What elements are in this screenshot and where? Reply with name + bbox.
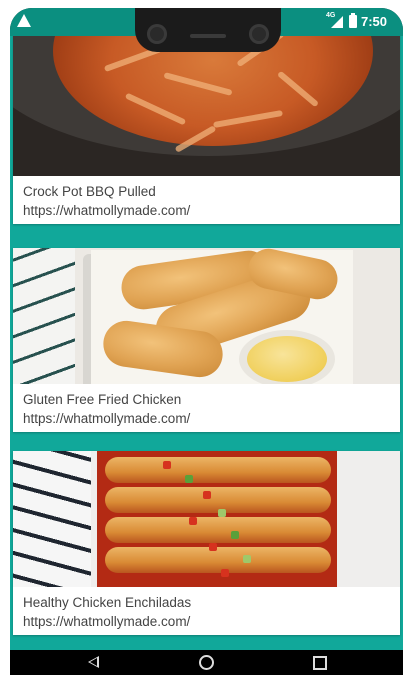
status-time: 7:50 <box>361 14 388 29</box>
tomato-topping <box>163 461 171 469</box>
recipe-list[interactable]: Crock Pot BBQ Pulled https://whatmollyma… <box>10 36 403 650</box>
back-icon[interactable] <box>88 656 99 668</box>
recipe-url[interactable]: https://whatmollymade.com/ <box>23 409 390 428</box>
avocado-topping <box>218 509 226 517</box>
recipe-title: Healthy Chicken Enchiladas <box>23 595 192 610</box>
honey-mustard-sauce <box>247 336 327 382</box>
striped-towel <box>13 248 75 384</box>
tomato-topping <box>209 543 217 551</box>
recipe-image-fried-chicken <box>13 248 400 384</box>
recipe-title: Gluten Free Fried Chicken <box>23 392 182 407</box>
enchilada-roll <box>105 517 331 543</box>
tomato-topping <box>221 569 229 577</box>
recipe-url[interactable]: https://whatmollymade.com/ <box>23 201 390 220</box>
recipe-card[interactable]: Healthy Chicken Enchiladas https://whatm… <box>13 451 400 635</box>
battery-icon <box>349 13 357 28</box>
front-camera-icon <box>147 24 167 44</box>
front-sensor-icon <box>249 24 269 44</box>
camera-notch <box>135 8 281 52</box>
recents-icon[interactable] <box>313 656 327 670</box>
recipe-card-text: Gluten Free Fried Chicken https://whatmo… <box>13 384 400 432</box>
navigation-bar <box>10 650 403 675</box>
avocado-topping <box>243 555 251 563</box>
recipe-card-text: Crock Pot BBQ Pulled https://whatmollyma… <box>13 176 400 224</box>
striped-towel <box>13 451 91 587</box>
recipe-title: Crock Pot BBQ Pulled <box>23 184 156 199</box>
enchilada-roll <box>105 547 331 573</box>
recipe-card[interactable]: Gluten Free Fried Chicken https://whatmo… <box>13 248 400 432</box>
recipe-card-text: Healthy Chicken Enchiladas https://whatm… <box>13 587 400 635</box>
recipe-url[interactable]: https://whatmollymade.com/ <box>23 612 390 631</box>
enchilada-roll <box>105 457 331 483</box>
signal-icon <box>331 16 343 28</box>
cilantro-topping <box>231 531 239 539</box>
recipe-image-bbq-pulled <box>13 36 400 176</box>
warning-icon <box>17 14 31 27</box>
tomato-topping <box>203 491 211 499</box>
phone-screen: 4G 7:50 Crock Pot BBQ Pulled https://wha… <box>10 8 403 675</box>
home-icon[interactable] <box>199 655 214 670</box>
recipe-card[interactable]: Crock Pot BBQ Pulled https://whatmollyma… <box>13 36 400 224</box>
cilantro-topping <box>185 475 193 483</box>
recipe-image-enchiladas <box>13 451 400 587</box>
tomato-topping <box>189 517 197 525</box>
speaker-grille <box>190 34 226 38</box>
